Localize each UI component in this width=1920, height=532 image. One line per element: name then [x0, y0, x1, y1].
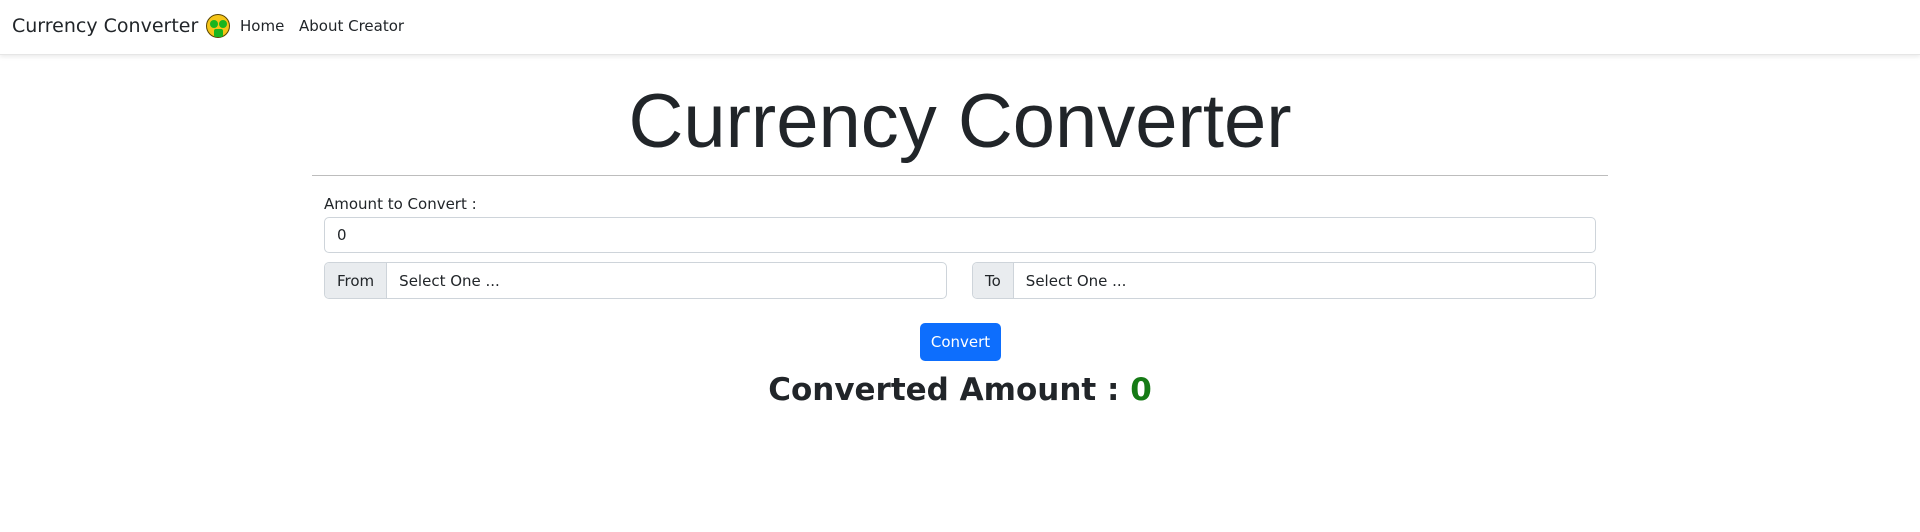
- amount-input[interactable]: 0: [324, 217, 1596, 253]
- nav-link-about-creator[interactable]: About Creator: [299, 17, 404, 35]
- page-title: Currency Converter: [628, 79, 1292, 164]
- from-group: From Select One ...: [324, 262, 947, 299]
- money-mouth-face-icon: [206, 14, 231, 38]
- from-currency-select[interactable]: Select One ...: [387, 263, 946, 298]
- navbar: Currency Converter Home About Creator: [0, 0, 1920, 55]
- result-label: Converted Amount :: [768, 372, 1120, 408]
- to-label: To: [973, 263, 1014, 298]
- from-label: From: [325, 263, 388, 298]
- to-currency-select[interactable]: Select One ...: [1014, 263, 1595, 298]
- divider: [312, 175, 1608, 176]
- amount-label: Amount to Convert :: [324, 195, 477, 213]
- convert-button[interactable]: Convert: [920, 323, 1001, 361]
- result-value: 0: [1130, 372, 1152, 408]
- converted-amount: Converted Amount : 0: [0, 372, 1920, 408]
- brand-text: Currency Converter: [12, 15, 199, 37]
- to-group: To Select One ...: [972, 262, 1596, 299]
- amount-value: 0: [337, 226, 347, 244]
- brand-link[interactable]: Currency Converter: [12, 14, 231, 38]
- nav-link-home[interactable]: Home: [240, 17, 284, 35]
